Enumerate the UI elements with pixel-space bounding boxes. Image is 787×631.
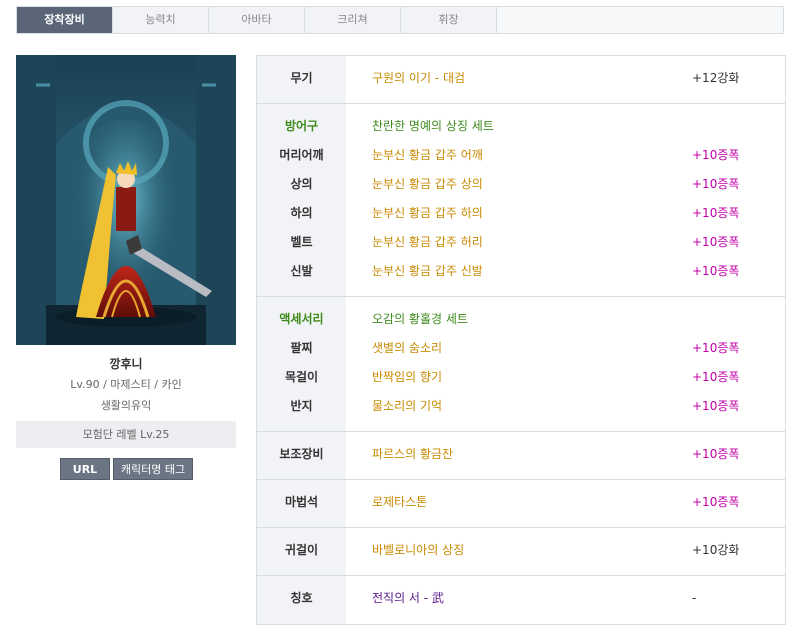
equip-row-magicstone[interactable]: 마법석 로제타스톤 +10증폭 (257, 488, 785, 517)
earring-section: 귀걸이 바벨로니아의 상징 +10강화 (257, 528, 785, 576)
item-name[interactable]: 바벨로니아의 상징 (372, 536, 464, 565)
item-name[interactable]: 구원의 이기 - 대검 (372, 64, 465, 93)
slot-label: 반지 (290, 399, 313, 413)
accessory-section: 액세서리 오감의 황홀경 세트 팔찌 샛별의 숨소리 +10증폭 목걸이 반짝임… (257, 297, 785, 432)
item-name[interactable]: 파르스의 황금잔 (372, 440, 453, 469)
character-guild: 생활의유익 (100, 399, 152, 412)
slot-label: 무기 (290, 71, 313, 85)
armor-set-row: 방어구 찬란한 명예의 상징 세트 (257, 112, 785, 141)
slot-label: 머리어깨 (279, 148, 324, 162)
tab-avatar[interactable]: 아바타 (209, 7, 305, 33)
tab-equipment[interactable]: 장착장비 (17, 7, 113, 33)
character-tag-button[interactable]: 캐릭터명 태그 (113, 458, 193, 480)
item-enhancement: +10증폭 (692, 264, 740, 278)
item-name[interactable]: 샛별의 숨소리 (372, 334, 442, 363)
item-enhancement: +10증폭 (692, 177, 740, 191)
slot-label: 팔찌 (290, 341, 313, 355)
equip-row-earring[interactable]: 귀걸이 바벨로니아의 상징 +10강화 (257, 536, 785, 565)
equip-row-title[interactable]: 칭호 전직의 서 - 武 - (257, 584, 785, 613)
slot-label: 신발 (290, 264, 313, 278)
item-enhancement: +10증폭 (692, 341, 740, 355)
armor-section: 방어구 찬란한 명예의 상징 세트 머리어깨 눈부신 황금 갑주 어깨 +10증… (257, 104, 785, 297)
adventure-level: 모험단 레벨 Lv.25 (16, 421, 236, 448)
armor-set-name[interactable]: 찬란한 명예의 상징 세트 (372, 112, 494, 141)
item-name[interactable]: 눈부신 황금 갑주 상의 (372, 170, 483, 199)
equip-row-bottom[interactable]: 하의 눈부신 황금 갑주 하의 +10증폭 (257, 199, 785, 228)
url-button[interactable]: URL (60, 458, 110, 480)
equip-row-belt[interactable]: 벨트 눈부신 황금 갑주 허리 +10증폭 (257, 228, 785, 257)
equip-row-ring[interactable]: 반지 물소리의 기억 +10증폭 (257, 392, 785, 421)
item-enhancement: +10증폭 (692, 148, 740, 162)
equip-row-bracelet[interactable]: 팔찌 샛별의 숨소리 +10증폭 (257, 334, 785, 363)
item-enhancement: +10증폭 (692, 447, 740, 461)
equip-row-support[interactable]: 보조장비 파르스의 황금잔 +10증폭 (257, 440, 785, 469)
item-name[interactable]: 눈부신 황금 갑주 신발 (372, 257, 483, 286)
support-section: 보조장비 파르스의 황금잔 +10증폭 (257, 432, 785, 480)
slot-label: 마법석 (284, 495, 319, 509)
item-name[interactable]: 물소리의 기억 (372, 392, 442, 421)
item-enhancement: - (692, 591, 697, 605)
magicstone-section: 마법석 로제타스톤 +10증폭 (257, 480, 785, 528)
equip-row-shoulder[interactable]: 머리어깨 눈부신 황금 갑주 어깨 +10증폭 (257, 141, 785, 170)
equip-row-top[interactable]: 상의 눈부신 황금 갑주 상의 +10증폭 (257, 170, 785, 199)
item-name[interactable]: 눈부신 황금 갑주 허리 (372, 228, 483, 257)
armor-label: 방어구 (284, 119, 319, 133)
tab-emblem[interactable]: 휘장 (401, 7, 497, 33)
accessory-set-name[interactable]: 오감의 황홀경 세트 (372, 305, 468, 334)
item-name[interactable]: 로제타스톤 (372, 488, 427, 517)
item-enhancement: +10증폭 (692, 399, 740, 413)
slot-label: 하의 (290, 206, 313, 220)
tab-creature[interactable]: 크리쳐 (305, 7, 401, 33)
item-enhancement: +10증폭 (692, 206, 740, 220)
character-name: 깡후니 (109, 357, 143, 371)
accessory-label: 액세서리 (279, 312, 324, 326)
equipment-table: 무기 구원의 이기 - 대검 +12강화 방어구 찬란한 명예의 상징 세트 머… (256, 55, 786, 625)
item-name[interactable]: 반짝임의 향기 (372, 363, 442, 392)
equip-row-shoes[interactable]: 신발 눈부신 황금 갑주 신발 +10증폭 (257, 257, 785, 286)
slot-label: 벨트 (290, 235, 313, 249)
item-enhancement: +10강화 (692, 543, 740, 557)
character-portrait (16, 55, 236, 345)
tabs-filler (497, 7, 783, 33)
slot-label: 상의 (290, 177, 313, 191)
item-enhancement: +12강화 (692, 71, 740, 85)
slot-label: 보조장비 (279, 447, 324, 461)
item-enhancement: +10증폭 (692, 370, 740, 384)
title-section: 칭호 전직의 서 - 武 - (257, 576, 785, 624)
item-name[interactable]: 눈부신 황금 갑주 하의 (372, 199, 483, 228)
slot-label: 목걸이 (284, 370, 319, 384)
equip-row-necklace[interactable]: 목걸이 반짝임의 향기 +10증폭 (257, 363, 785, 392)
equipment-tabs: 장착장비 능력치 아바타 크리쳐 휘장 (16, 6, 784, 34)
item-name[interactable]: 눈부신 황금 갑주 어깨 (372, 141, 483, 170)
item-enhancement: +10증폭 (692, 235, 740, 249)
slot-label: 귀걸이 (284, 543, 319, 557)
equip-row-weapon[interactable]: 무기 구원의 이기 - 대검 +12강화 (257, 64, 785, 93)
character-info: Lv.90 / 마제스티 / 카인 (70, 378, 182, 391)
accessory-set-row: 액세서리 오감의 황홀경 세트 (257, 305, 785, 334)
tab-stats[interactable]: 능력치 (113, 7, 209, 33)
item-name[interactable]: 전직의 서 - 武 (372, 584, 444, 613)
item-enhancement: +10증폭 (692, 495, 740, 509)
weapon-section: 무기 구원의 이기 - 대검 +12강화 (257, 56, 785, 104)
slot-label: 칭호 (290, 591, 313, 605)
